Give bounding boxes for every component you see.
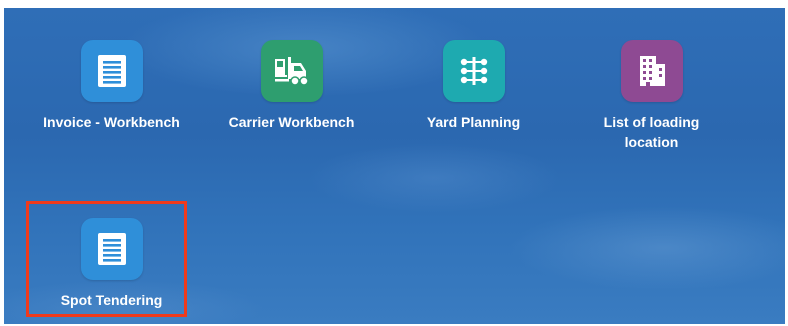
- tile-icon-box: [80, 40, 143, 102]
- tile-yard-planning[interactable]: Yard Planning: [396, 40, 551, 132]
- tile-list-of-loading-location[interactable]: List of loading location: [574, 40, 729, 152]
- springboard-background: Invoice - Workbench Carrier Workbench Ya…: [4, 8, 785, 324]
- forklift-icon: [274, 57, 309, 86]
- tile-label: Yard Planning: [426, 114, 521, 130]
- tile-invoice-workbench[interactable]: Invoice - Workbench: [34, 40, 189, 132]
- building-icon: [639, 56, 665, 86]
- highlight-box: [26, 201, 187, 317]
- tile-label: List of loading location: [604, 112, 700, 152]
- tile-icon-box: [442, 40, 505, 102]
- tile-label-line: location: [624, 134, 679, 150]
- tile-label: Carrier Workbench: [228, 114, 355, 130]
- tile-carrier-workbench[interactable]: Carrier Workbench: [214, 40, 369, 132]
- tile-icon-box: [620, 40, 683, 102]
- tile-icon-box: [260, 40, 323, 102]
- document-icon: [97, 55, 126, 87]
- network-icon: [460, 57, 487, 85]
- tile-label: Invoice - Workbench: [43, 114, 180, 130]
- tile-label-line: List of loading: [603, 114, 700, 130]
